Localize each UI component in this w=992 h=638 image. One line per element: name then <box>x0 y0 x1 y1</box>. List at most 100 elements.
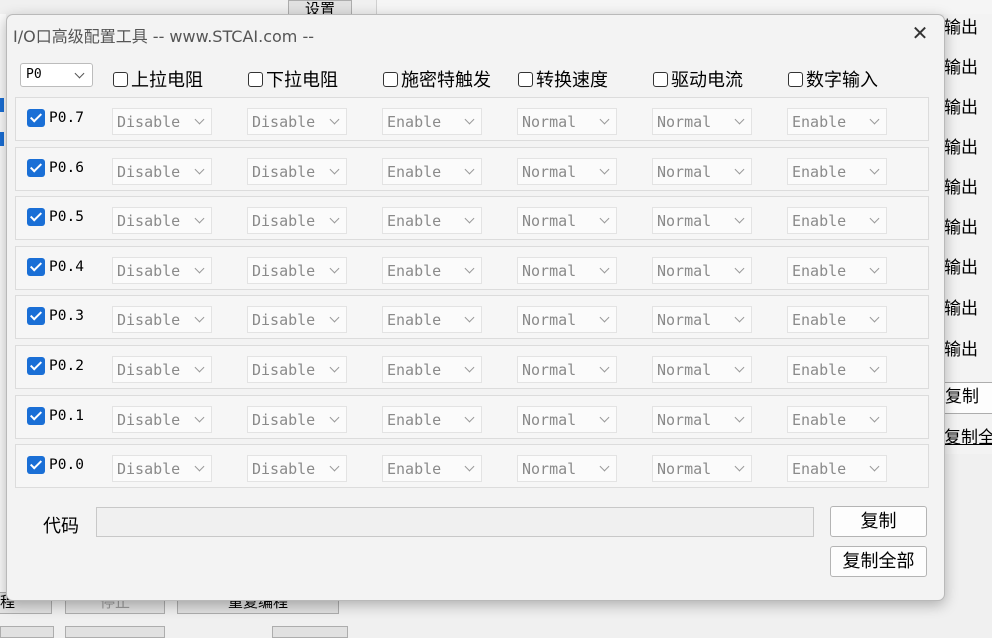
slew-rate-select-value: Normal <box>522 361 577 379</box>
pull-up-select[interactable]: Disable <box>112 108 212 135</box>
digital-input-select[interactable]: Enable <box>787 405 887 433</box>
copy-button[interactable]: 复制 <box>830 506 927 537</box>
pin-checkbox[interactable]: P0.7 <box>27 109 84 127</box>
header-drive-current-checkbox[interactable]: 驱动电流 <box>653 66 743 92</box>
schmitt-trigger-select[interactable]: Enable <box>382 356 482 383</box>
digital-input-select[interactable]: Enable <box>787 207 887 235</box>
digital-input-select[interactable]: Enable <box>787 256 887 284</box>
checkbox-checked-icon[interactable] <box>27 257 45 276</box>
checkbox-checked-icon[interactable] <box>27 208 45 227</box>
drive-current-select[interactable]: Normal <box>652 455 752 483</box>
header-pull-down-checkbox[interactable]: 下拉电阻 <box>248 66 338 92</box>
slew-rate-select[interactable]: Normal <box>517 108 617 135</box>
slew-rate-select[interactable]: Normal <box>517 207 617 235</box>
pull-up-select[interactable]: Disable <box>112 405 212 433</box>
pull-up-select[interactable]: Disable <box>112 256 212 284</box>
header-slew-rate-checkbox[interactable]: 转换速度 <box>518 66 608 92</box>
background-copy-all-button[interactable]: 复制全 <box>944 424 992 454</box>
drive-current-select[interactable]: Normal <box>652 356 752 383</box>
pin-row: P0.2 Disable Disable Enable Normal Normal Enab… <box>15 345 929 389</box>
slew-rate-select[interactable]: Normal <box>517 356 617 383</box>
slew-rate-select[interactable]: Normal <box>517 455 617 483</box>
port-select[interactable]: P0 <box>20 63 93 87</box>
copy-all-button[interactable]: 复制全部 <box>830 546 927 577</box>
chevron-down-icon <box>74 68 85 79</box>
background-checkbox[interactable] <box>0 132 4 146</box>
drive-current-select[interactable]: Normal <box>652 405 752 433</box>
pin-checkbox[interactable]: P0.2 <box>27 357 84 375</box>
digital-input-select[interactable]: Enable <box>787 306 887 334</box>
schmitt-trigger-select[interactable]: Enable <box>382 108 482 135</box>
chevron-down-icon <box>734 312 745 323</box>
schmitt-trigger-select[interactable]: Enable <box>382 306 482 334</box>
header-pull-up-checkbox[interactable]: 上拉电阻 <box>113 66 203 92</box>
pull-down-select[interactable]: Disable <box>247 405 347 433</box>
checkbox-icon[interactable] <box>383 71 398 87</box>
drive-current-select[interactable]: Normal <box>652 108 752 135</box>
checkbox-checked-icon[interactable] <box>27 109 45 127</box>
background-copy-button[interactable]: 复制 <box>944 382 992 414</box>
chevron-down-icon <box>869 461 880 472</box>
chevron-down-icon <box>329 412 340 423</box>
chevron-down-icon <box>464 412 475 423</box>
chevron-down-icon <box>464 362 475 373</box>
schmitt-trigger-select[interactable]: Enable <box>382 455 482 483</box>
port-select-value: P0 <box>26 67 42 82</box>
pull-down-select[interactable]: Disable <box>247 108 347 135</box>
header-digital-input-checkbox[interactable]: 数字输入 <box>788 66 878 92</box>
drive-current-select[interactable]: Normal <box>652 256 752 284</box>
pull-up-select-value: Disable <box>117 212 181 231</box>
pin-checkbox[interactable]: P0.3 <box>27 307 84 326</box>
checkbox-icon[interactable] <box>248 71 263 87</box>
drive-current-select[interactable]: Normal <box>652 157 752 185</box>
chevron-down-icon <box>869 213 880 224</box>
header-schmitt-trigger-checkbox[interactable]: 施密特触发 <box>383 66 491 92</box>
slew-rate-select[interactable]: Normal <box>517 157 617 185</box>
checkbox-checked-icon[interactable] <box>27 307 45 326</box>
checkbox-icon[interactable] <box>788 71 803 87</box>
pull-down-select[interactable]: Disable <box>247 256 347 284</box>
pull-down-select[interactable]: Disable <box>247 157 347 185</box>
digital-input-select[interactable]: Enable <box>787 356 887 383</box>
pull-up-select[interactable]: Disable <box>112 207 212 235</box>
checkbox-icon[interactable] <box>653 71 668 87</box>
close-icon[interactable]: ✕ <box>910 23 930 43</box>
schmitt-trigger-select[interactable]: Enable <box>382 157 482 185</box>
checkbox-icon[interactable] <box>113 71 128 87</box>
code-field[interactable] <box>96 507 814 537</box>
checkbox-icon[interactable] <box>518 71 533 87</box>
pull-up-select[interactable]: Disable <box>112 157 212 185</box>
slew-rate-select[interactable]: Normal <box>517 256 617 284</box>
pull-up-select[interactable]: Disable <box>112 306 212 334</box>
slew-rate-select[interactable]: Normal <box>517 306 617 334</box>
digital-input-select[interactable]: Enable <box>787 157 887 185</box>
pin-checkbox[interactable]: P0.5 <box>27 208 84 227</box>
schmitt-trigger-select[interactable]: Enable <box>382 405 482 433</box>
digital-input-select[interactable]: Enable <box>787 108 887 135</box>
header-pull-up-label: 上拉电阻 <box>131 70 203 91</box>
background-checkbox[interactable] <box>0 98 4 112</box>
pull-down-select[interactable]: Disable <box>247 356 347 383</box>
checkbox-checked-icon[interactable] <box>27 158 45 177</box>
background-output-label: 输出 <box>944 218 978 238</box>
slew-rate-select[interactable]: Normal <box>517 405 617 433</box>
pull-down-select[interactable]: Disable <box>247 306 347 334</box>
drive-current-select[interactable]: Normal <box>652 306 752 334</box>
chevron-down-icon <box>194 412 205 423</box>
schmitt-trigger-select[interactable]: Enable <box>382 207 482 235</box>
checkbox-checked-icon[interactable] <box>27 357 45 375</box>
checkbox-checked-icon[interactable] <box>27 456 45 475</box>
pull-up-select[interactable]: Disable <box>112 356 212 383</box>
pin-checkbox[interactable]: P0.1 <box>27 406 84 425</box>
pull-down-select[interactable]: Disable <box>247 207 347 235</box>
pull-down-select[interactable]: Disable <box>247 455 347 483</box>
digital-input-select[interactable]: Enable <box>787 455 887 483</box>
chevron-down-icon <box>194 263 205 274</box>
schmitt-trigger-select[interactable]: Enable <box>382 256 482 284</box>
pin-checkbox[interactable]: P0.4 <box>27 257 84 276</box>
checkbox-checked-icon[interactable] <box>27 406 45 425</box>
pin-checkbox[interactable]: P0.6 <box>27 158 84 177</box>
drive-current-select[interactable]: Normal <box>652 207 752 235</box>
pin-checkbox[interactable]: P0.0 <box>27 456 84 475</box>
pull-up-select[interactable]: Disable <box>112 455 212 483</box>
